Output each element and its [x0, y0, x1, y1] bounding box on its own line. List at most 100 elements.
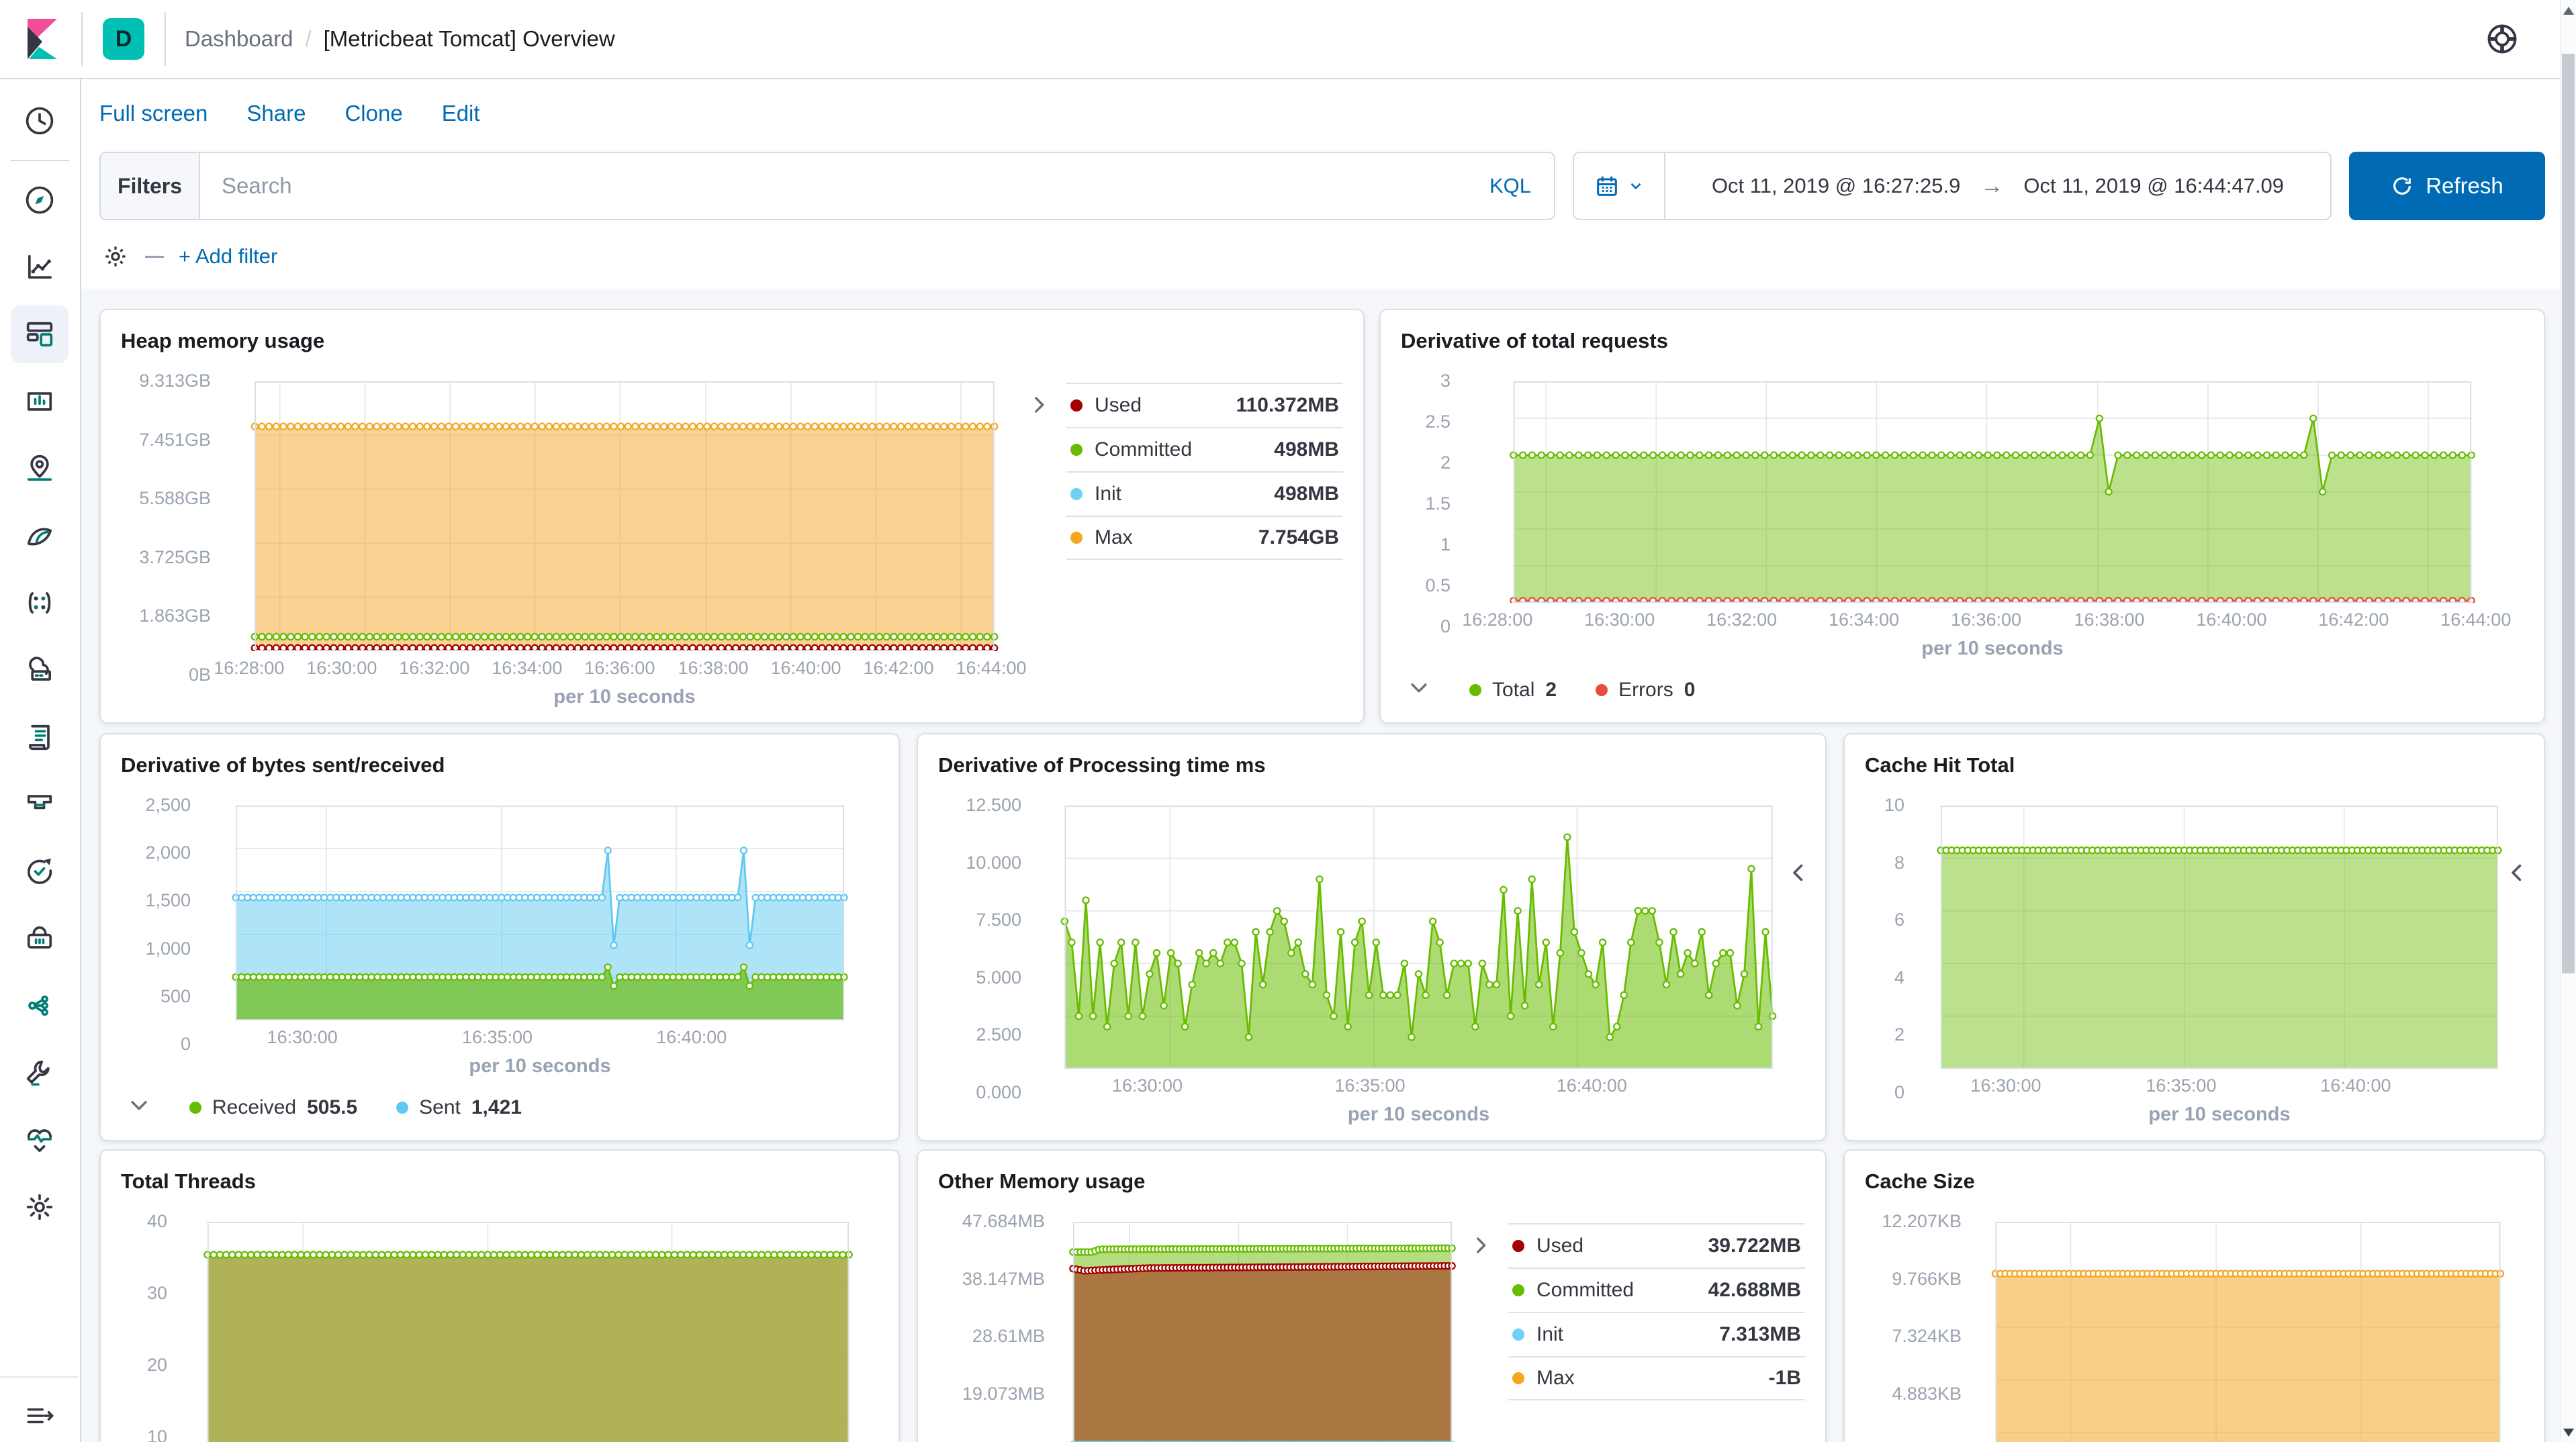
sidebar-collapse-button[interactable] [0, 1399, 79, 1433]
date-range-arrow-icon: → [1980, 173, 2003, 199]
scrollbar-down-arrow[interactable] [2563, 1429, 2574, 1437]
legend-item-sent[interactable]: Sent1,421 [396, 1096, 522, 1119]
legend-item-max[interactable]: Max7.754GB [1066, 516, 1343, 560]
x-axis-labels: 16:30:0016:35:0016:40:00 [1032, 1069, 1805, 1098]
legend-collapse-button[interactable] [1408, 676, 1430, 704]
legend-expand-button[interactable] [1786, 861, 1810, 888]
y-tick-label: 47.684MB [962, 1211, 1045, 1232]
add-filter-link[interactable]: + Add filter [179, 244, 277, 269]
sidebar-item-graph[interactable] [0, 569, 79, 636]
y-axis-labels: 0B1.863GB3.725GB5.588GB7.451GB9.313GB [121, 381, 222, 651]
legend-collapse-button[interactable] [128, 1094, 150, 1122]
legend-item-total[interactable]: Total2 [1469, 679, 1557, 702]
sidebar-item-stack-monitoring[interactable] [0, 1106, 79, 1173]
date-range: Oct 11, 2019 @ 16:27:25.9 → Oct 11, 2019… [1665, 153, 2330, 219]
y-tick-label: 7.451GB [139, 430, 211, 450]
calendar-button[interactable] [1574, 153, 1665, 219]
scrollbar-up-arrow[interactable] [2563, 7, 2574, 15]
panel-title: Cache Hit Total [1845, 734, 2544, 777]
legend-item-init[interactable]: Init 7.313MB [1508, 1312, 1805, 1356]
chart-plot[interactable] [1915, 806, 2524, 1069]
legend-item-used[interactable]: Used39.722MB [1508, 1223, 1805, 1267]
legend: Used110.372MBCommitted498MBInit498MBMax7… [1027, 381, 1343, 714]
chart-plot[interactable] [1972, 1222, 2524, 1442]
refresh-button[interactable]: Refresh [2349, 152, 2545, 220]
chart-plot[interactable] [201, 806, 878, 1020]
sidebar-divider [0, 1376, 79, 1378]
sidebar-item-management[interactable] [0, 1173, 79, 1241]
y-tick-label: 1.5 [1425, 493, 1451, 514]
scrollbar[interactable] [2560, 0, 2576, 1442]
legend-label: Max [1536, 1367, 1757, 1390]
legend-item-init[interactable]: Init498MB [1066, 471, 1343, 516]
sidebar-item-dashboard[interactable] [0, 301, 79, 368]
sidebar-item-visualize[interactable] [0, 234, 79, 301]
legend-item-errors[interactable]: Errors0 [1596, 679, 1695, 702]
chart-plot-svg [201, 806, 878, 1020]
chart-plot[interactable] [178, 1222, 878, 1442]
header-divider [81, 12, 83, 66]
filter-gear-icon[interactable] [101, 242, 130, 271]
y-tick-label: 5.588GB [139, 488, 211, 509]
y-axis-labels: 0246810 [1865, 806, 1915, 1069]
legend-item-received[interactable]: Received505.5 [189, 1096, 357, 1119]
sidebar-item-recently-viewed[interactable] [0, 87, 79, 154]
legend-item-committed[interactable]: Committed498MB [1066, 427, 1343, 471]
legend-value: 498MB [1274, 483, 1339, 506]
legend-item-used[interactable]: Used110.372MB [1066, 383, 1343, 427]
legend-item-committed[interactable]: Committed 42.688MB [1508, 1267, 1805, 1312]
panel-derivative-of-processing-time-ms: Derivative of Processing time ms0.0002.5… [917, 733, 1827, 1141]
scrollbar-thumb[interactable] [2562, 54, 2575, 973]
x-axis-caption: per 10 seconds [1032, 1098, 1805, 1132]
legend-value: 7.313MB [1719, 1323, 1801, 1346]
sidebar-item-siem[interactable] [0, 905, 79, 972]
panel-total-threads: Total Threads01020304016:30:0016:35:0016… [99, 1149, 900, 1442]
legend-label: Init [1536, 1323, 1707, 1346]
chart-plot[interactable] [1461, 381, 2524, 603]
legend-collapse-button[interactable] [1469, 1223, 1508, 1442]
legend-value: 42.688MB [1708, 1279, 1801, 1302]
top-bar: D Dashboard / [Metricbeat Tomcat] Overvi… [0, 0, 2560, 79]
edit-link[interactable]: Edit [442, 101, 480, 126]
share-link[interactable]: Share [246, 101, 306, 126]
kql-selector[interactable]: KQL [1489, 174, 1554, 198]
sidebar-item-canvas[interactable] [0, 368, 79, 435]
sidebar-item-code[interactable] [0, 972, 79, 1039]
y-tick-label: 38.147MB [962, 1269, 1045, 1290]
sidebar-item-uptime[interactable] [0, 838, 79, 905]
sidebar-item-logs[interactable] [0, 704, 79, 771]
sidebar-item-dev-tools[interactable] [0, 1039, 79, 1106]
y-tick-label: 8 [1894, 853, 1904, 873]
chart-zone: 05001,0001,5002,0002,50016:30:0016:35:00… [101, 777, 899, 1140]
y-axis-labels: 0B2.441KB4.883KB7.324KB9.766KB12.207KB [1865, 1222, 1972, 1442]
date-to[interactable]: Oct 11, 2019 @ 16:44:47.09 [2023, 174, 2284, 198]
search-input[interactable] [200, 153, 1489, 219]
x-tick-label: 16:44:00 [2419, 610, 2533, 630]
chart-plot[interactable] [1032, 806, 1805, 1069]
x-axis-labels: 16:28:0016:30:0016:32:0016:34:0016:36:00… [1461, 603, 2524, 632]
legend-item-max[interactable]: Max-1B [1508, 1356, 1805, 1400]
full-screen-link[interactable]: Full screen [99, 101, 208, 126]
search-control: Filters KQL [99, 152, 1555, 220]
chart-plot[interactable] [1056, 1222, 1469, 1442]
breadcrumb-section[interactable]: Dashboard [185, 26, 293, 52]
kibana-logo[interactable] [0, 17, 81, 60]
chart-zone: 01020304016:30:0016:35:0016:40:00per 10 … [101, 1194, 899, 1442]
sidebar-item-discover[interactable] [0, 166, 79, 234]
help-button[interactable] [2485, 21, 2520, 56]
space-badge[interactable]: D [103, 18, 144, 60]
canvas-icon [22, 384, 57, 419]
legend-label: Committed [1536, 1279, 1696, 1302]
sidebar-item-maps[interactable] [0, 435, 79, 502]
sidebar-item-machine-learning[interactable] [0, 502, 79, 569]
legend-label: Max [1095, 526, 1246, 549]
legend-expand-button[interactable] [2505, 861, 2529, 888]
chart-plot[interactable] [222, 381, 1027, 651]
y-tick-label: 3 [1440, 371, 1451, 391]
sidebar-item-metrics[interactable] [0, 636, 79, 704]
date-from[interactable]: Oct 11, 2019 @ 16:27:25.9 [1712, 174, 1960, 198]
clone-link[interactable]: Clone [344, 101, 402, 126]
sidebar-item-apm[interactable] [0, 771, 79, 838]
filters-label[interactable]: Filters [101, 153, 200, 219]
chevron-left-icon [1786, 861, 1810, 885]
